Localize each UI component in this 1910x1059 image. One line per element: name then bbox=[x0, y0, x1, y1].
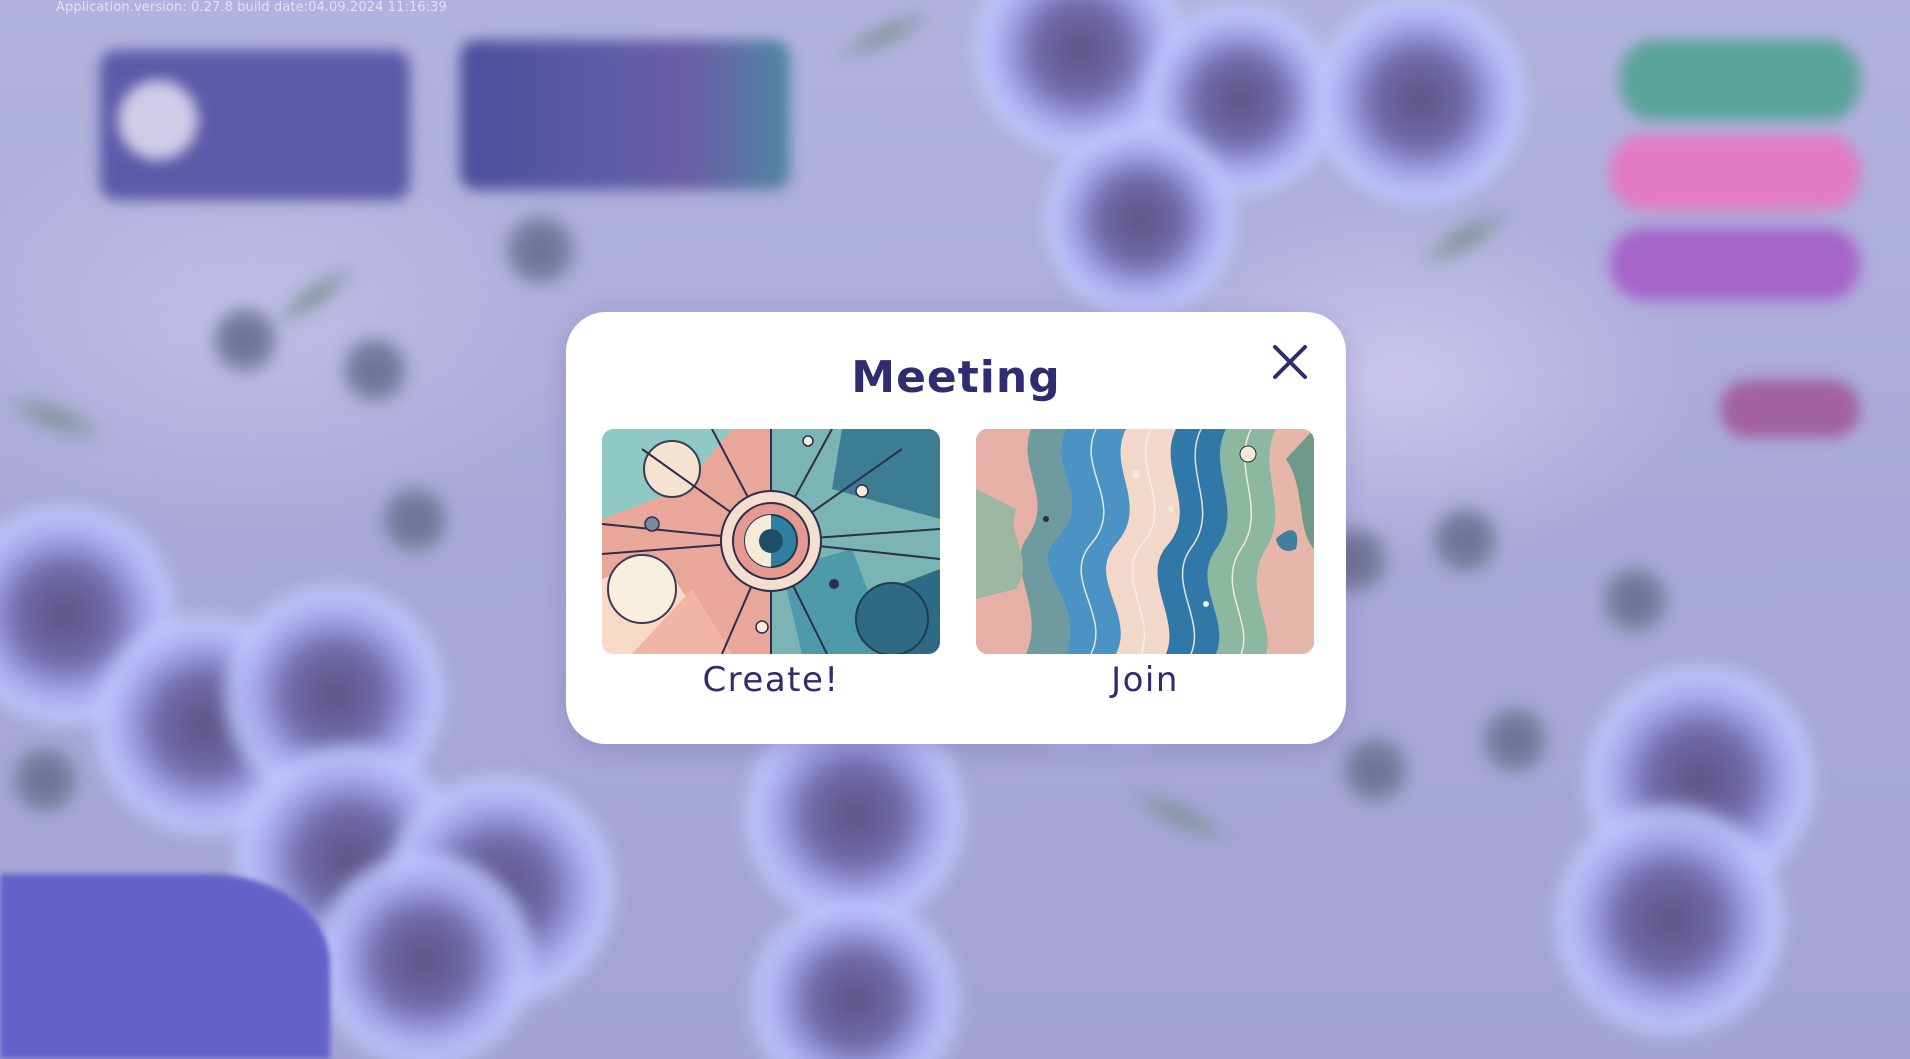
bg-dot bbox=[500, 210, 580, 290]
bg-dot bbox=[1600, 560, 1670, 640]
bg-marker bbox=[1310, 0, 1530, 210]
bg-dot bbox=[10, 740, 80, 820]
bg-corner-shape bbox=[0, 874, 330, 1059]
create-label[interactable]: Create! bbox=[602, 660, 940, 700]
close-button[interactable] bbox=[1260, 332, 1320, 392]
bg-dot bbox=[380, 480, 450, 560]
meeting-dialog: Meeting Create! Join bbox=[566, 312, 1346, 744]
bg-pill-green bbox=[1620, 40, 1860, 120]
join-thumbnail[interactable] bbox=[976, 429, 1314, 654]
bg-marker bbox=[740, 900, 970, 1059]
create-meeting-option[interactable]: Create! bbox=[602, 429, 940, 700]
bg-marker bbox=[1550, 800, 1790, 1040]
bg-leaf bbox=[828, 0, 942, 72]
close-icon bbox=[1273, 345, 1307, 379]
join-meeting-option[interactable]: Join bbox=[976, 429, 1314, 700]
bg-leaf bbox=[0, 382, 113, 454]
create-thumbnail[interactable] bbox=[602, 429, 940, 654]
bg-dot bbox=[210, 300, 280, 380]
bg-logo-mark bbox=[118, 80, 198, 160]
bg-marker bbox=[1040, 120, 1240, 320]
bg-dot bbox=[1340, 730, 1410, 810]
bg-dot bbox=[1480, 700, 1550, 780]
app-version-text: Application.version: 0.27.8 build date:0… bbox=[56, 0, 447, 15]
bg-leaf bbox=[1118, 776, 1242, 856]
dialog-title: Meeting bbox=[851, 352, 1061, 403]
bg-pill-small bbox=[1720, 380, 1860, 438]
bg-leaf bbox=[260, 251, 370, 341]
bg-banner-card bbox=[460, 40, 790, 190]
bg-dot bbox=[340, 330, 410, 410]
bg-dot bbox=[1430, 500, 1500, 580]
bg-pill-purple bbox=[1610, 228, 1860, 300]
bg-marker bbox=[310, 850, 540, 1059]
bg-pill-pink bbox=[1610, 135, 1860, 210]
join-label[interactable]: Join bbox=[976, 660, 1314, 700]
